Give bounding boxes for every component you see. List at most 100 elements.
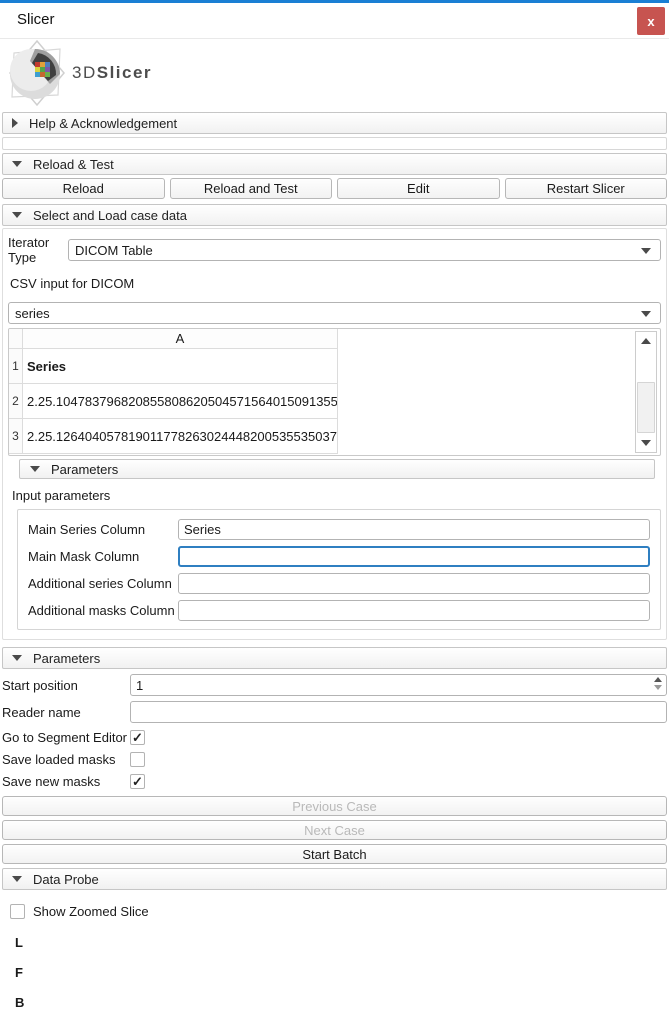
- iterator-type-label: Iterator Type: [8, 235, 68, 265]
- orientation-label-l: L: [15, 935, 669, 957]
- subsection-label: Parameters: [51, 462, 118, 477]
- input-parameters-label: Input parameters: [12, 488, 661, 503]
- reload-and-test-button[interactable]: Reload and Test: [170, 178, 333, 199]
- row-number[interactable]: 3: [9, 419, 23, 454]
- spinbox-arrows: [654, 677, 662, 690]
- additional-masks-row: Additional masks Column: [28, 600, 650, 621]
- additional-series-row: Additional series Column: [28, 573, 650, 594]
- chevron-down-icon: [641, 311, 651, 317]
- checkmark-icon: ✓: [132, 731, 143, 744]
- close-icon: x: [647, 14, 654, 29]
- go-to-segment-editor-label: Go to Segment Editor: [2, 730, 130, 745]
- additional-masks-column-input[interactable]: [178, 600, 650, 621]
- section-parameters[interactable]: Parameters: [2, 647, 667, 669]
- save-new-masks-row: Save new masks ✓: [2, 774, 667, 789]
- save-loaded-masks-row: Save loaded masks: [2, 752, 667, 767]
- main-mask-column-input[interactable]: [178, 546, 650, 567]
- panel-title: Slicer: [17, 11, 55, 28]
- go-to-segment-editor-row: Go to Segment Editor ✓: [2, 730, 667, 745]
- scroll-up-button[interactable]: [636, 332, 656, 350]
- main-series-column-input[interactable]: [178, 519, 650, 540]
- scroll-down-button[interactable]: [636, 434, 656, 452]
- select-load-content: Iterator Type DICOM Table CSV input for …: [2, 228, 667, 640]
- table-cell[interactable]: Series: [23, 349, 338, 384]
- input-parameters-groupbox: Main Series Column Main Mask Column Addi…: [17, 509, 661, 630]
- section-data-probe[interactable]: Data Probe: [2, 868, 667, 890]
- reload-buttons-row: Reload Reload and Test Edit Restart Slic…: [2, 178, 667, 199]
- next-case-button[interactable]: Next Case: [2, 820, 667, 840]
- restart-slicer-button[interactable]: Restart Slicer: [505, 178, 668, 199]
- orientation-label-f: F: [15, 965, 669, 987]
- logo-slicer: Slicer: [97, 63, 152, 82]
- orientation-label-b: B: [15, 995, 669, 1017]
- section-label: Parameters: [33, 651, 100, 666]
- previous-case-button[interactable]: Previous Case: [2, 796, 667, 816]
- section-help-acknowledgement[interactable]: Help & Acknowledgement: [2, 112, 667, 134]
- table-node-combobox[interactable]: series: [8, 302, 661, 324]
- expanded-arrow-icon: [12, 876, 22, 882]
- reload-button[interactable]: Reload: [2, 178, 165, 199]
- start-position-input[interactable]: [130, 674, 667, 696]
- main-series-column-label: Main Series Column: [28, 522, 178, 537]
- additional-series-column-input[interactable]: [178, 573, 650, 594]
- title-bar: Slicer x: [0, 3, 669, 39]
- subsection-parameters[interactable]: Parameters: [19, 459, 655, 479]
- arrow-up-icon: [641, 338, 651, 344]
- iterator-type-combobox[interactable]: DICOM Table: [68, 239, 661, 261]
- additional-masks-column-label: Additional masks Column: [28, 603, 178, 618]
- iterator-type-row: Iterator Type DICOM Table: [8, 235, 661, 265]
- main-mask-row: Main Mask Column: [28, 546, 650, 567]
- table-cell[interactable]: 2.25.10478379682085580862050457156401509…: [23, 384, 338, 419]
- show-zoomed-slice-checkbox[interactable]: [10, 904, 25, 919]
- help-content-collapsed: [2, 137, 667, 150]
- arrow-down-icon: [641, 440, 651, 446]
- save-loaded-masks-label: Save loaded masks: [2, 752, 130, 767]
- chevron-down-icon: [641, 248, 651, 254]
- reader-name-input[interactable]: [130, 701, 667, 723]
- additional-series-column-label: Additional series Column: [28, 576, 178, 591]
- section-label: Help & Acknowledgement: [29, 116, 177, 131]
- save-new-masks-checkbox[interactable]: ✓: [130, 774, 145, 789]
- logo-3d: 3D: [72, 63, 97, 82]
- show-zoomed-slice-label: Show Zoomed Slice: [33, 904, 149, 919]
- table-corner-cell[interactable]: [9, 329, 23, 349]
- main-mask-column-label: Main Mask Column: [28, 549, 178, 564]
- start-position-row: Start position: [2, 674, 667, 696]
- table-row: 2 2.25.104783796820855808620504571564015…: [9, 384, 660, 419]
- show-zoomed-slice-row: Show Zoomed Slice: [10, 904, 669, 919]
- spinbox-up-button[interactable]: [654, 677, 662, 682]
- row-number[interactable]: 2: [9, 384, 23, 419]
- row-number[interactable]: 1: [9, 349, 23, 384]
- section-label: Reload & Test: [33, 157, 114, 172]
- table-header-row: A: [9, 329, 660, 349]
- section-select-load-case-data[interactable]: Select and Load case data: [2, 204, 667, 226]
- slicer-logo: 3DSlicer: [0, 39, 669, 107]
- checkmark-icon: ✓: [132, 775, 143, 788]
- scrollbar-thumb[interactable]: [637, 382, 655, 432]
- expanded-arrow-icon: [12, 212, 22, 218]
- spinbox-down-button[interactable]: [654, 685, 662, 690]
- collapsed-arrow-icon: [12, 118, 18, 128]
- dicom-table: A 1 Series 2 2.25.1047837968208558086205…: [8, 328, 661, 456]
- section-reload-test[interactable]: Reload & Test: [2, 153, 667, 175]
- main-series-row: Main Series Column: [28, 519, 650, 540]
- edit-button[interactable]: Edit: [337, 178, 500, 199]
- table-row: 1 Series: [9, 349, 660, 384]
- close-button[interactable]: x: [637, 7, 665, 35]
- slicer-logo-icon: [2, 39, 72, 107]
- table-cell[interactable]: 2.25.12640405781901177826302444820053553…: [23, 419, 338, 454]
- start-batch-button[interactable]: Start Batch: [2, 844, 667, 864]
- table-scrollbar[interactable]: [635, 331, 657, 453]
- save-new-masks-label: Save new masks: [2, 774, 130, 789]
- start-position-spinbox: [130, 674, 667, 696]
- iterator-type-value: DICOM Table: [75, 243, 660, 258]
- table-row: 3 2.25.126404057819011778263024448200535…: [9, 419, 660, 454]
- expanded-arrow-icon: [30, 466, 40, 472]
- expanded-arrow-icon: [12, 161, 22, 167]
- reader-name-row: Reader name: [2, 701, 667, 723]
- table-node-value: series: [15, 306, 660, 321]
- section-label: Data Probe: [33, 872, 99, 887]
- save-loaded-masks-checkbox[interactable]: [130, 752, 145, 767]
- table-column-header[interactable]: A: [23, 329, 338, 349]
- go-to-segment-editor-checkbox[interactable]: ✓: [130, 730, 145, 745]
